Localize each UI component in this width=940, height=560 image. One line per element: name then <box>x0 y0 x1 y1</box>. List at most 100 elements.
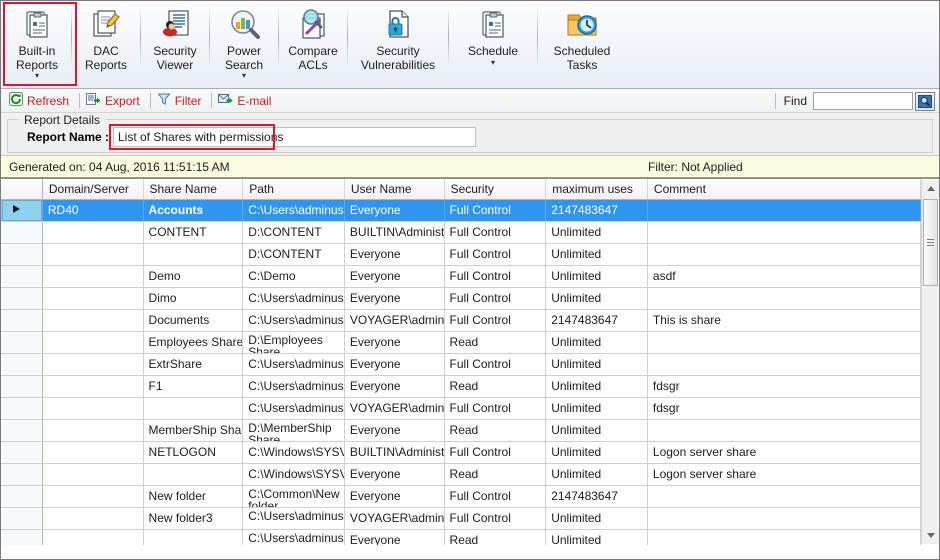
row-selector[interactable] <box>1 354 43 375</box>
cell-domain[interactable] <box>43 288 144 309</box>
cell-security[interactable]: Full Control <box>445 244 547 265</box>
cell-security[interactable]: Read <box>445 332 547 353</box>
cell-share[interactable] <box>144 464 244 485</box>
cell-share[interactable]: CONTENT <box>144 222 244 243</box>
cell-user[interactable]: Everyone <box>344 200 445 221</box>
cell-share[interactable]: ExtrShare <box>144 354 244 375</box>
table-row[interactable]: RD40 Accounts C:\Users\adminuser Everyone Fu… <box>1 200 921 222</box>
table-row[interactable]: MemberShip Share D:\MemberShip Share Every… <box>1 420 921 442</box>
ribbon-button-compare-acls[interactable]: Compare ACLs <box>281 1 345 75</box>
cell-share[interactable]: Employees Share <box>144 332 244 353</box>
cell-domain[interactable] <box>43 244 144 265</box>
ribbon-button-security-vulnerabilities[interactable]: Security Vulnerabilities <box>350 1 446 75</box>
cell-max[interactable]: Unlimited <box>546 508 648 529</box>
cell-path[interactable]: C:\Windows\SYSVOL <box>243 464 345 485</box>
cell-security[interactable]: Full Control <box>445 310 547 331</box>
cell-share[interactable]: Documents <box>144 310 244 331</box>
cell-security[interactable]: Full Control <box>445 222 547 243</box>
cell-security[interactable]: Full Control <box>445 398 547 419</box>
cell-domain[interactable] <box>43 530 144 545</box>
table-row[interactable]: C:\Users\adminuser\VOYAGER\adminuseFull … <box>1 398 921 420</box>
row-selector[interactable] <box>1 530 43 545</box>
cell-user[interactable]: Everyone <box>345 288 445 309</box>
row-selector[interactable] <box>1 508 43 529</box>
scroll-up-button[interactable] <box>922 180 939 197</box>
cell-max[interactable]: Unlimited <box>546 420 648 441</box>
cell-max[interactable]: Unlimited <box>546 530 648 545</box>
chevron-down-icon[interactable]: ▾ <box>491 58 495 67</box>
cell-comment[interactable] <box>648 354 921 375</box>
cell-domain[interactable] <box>43 376 144 397</box>
cell-path[interactable]: D:\CONTENT <box>243 222 345 243</box>
row-selector[interactable] <box>1 464 43 485</box>
cell-domain[interactable]: RD40 <box>42 200 144 221</box>
cell-comment[interactable]: Logon server share <box>648 442 921 463</box>
cell-path[interactable]: C:\Common\New folder <box>243 486 345 507</box>
cell-comment[interactable]: asdf <box>648 266 921 287</box>
cell-share[interactable]: Demo <box>144 266 244 287</box>
table-row[interactable]: ExtrShare C:\Users\adminuser Everyone Full … <box>1 354 921 376</box>
cell-share[interactable]: Accounts <box>143 200 244 221</box>
cell-share[interactable]: F1 <box>144 376 244 397</box>
cell-user[interactable]: Everyone <box>345 530 445 545</box>
cell-path[interactable]: C:\Users\adminuser <box>243 200 345 221</box>
row-selector[interactable] <box>1 332 43 353</box>
cell-user[interactable]: Everyone <box>345 376 445 397</box>
cell-security[interactable]: Full Control <box>445 486 547 507</box>
grid-column-header[interactable]: Comment <box>648 179 921 199</box>
cell-max[interactable]: Unlimited <box>546 332 648 353</box>
cell-path[interactable]: C:\Users\adminuser\ <box>243 376 345 397</box>
cell-comment[interactable] <box>648 530 921 545</box>
table-row[interactable]: Documents C:\Users\adminuser VOYAGER\admin… <box>1 310 921 332</box>
table-row[interactable]: New folder3C:\Users\adminuser\folderVOYA… <box>1 508 921 530</box>
grid-column-header[interactable]: maximum uses <box>546 179 648 199</box>
cell-domain[interactable] <box>43 420 144 441</box>
cell-max[interactable]: Unlimited <box>546 354 648 375</box>
cell-user[interactable]: Everyone <box>345 464 445 485</box>
table-row[interactable]: C:\Windows\SYSVOLEveryoneReadUnlimitedLo… <box>1 464 921 486</box>
cell-path[interactable]: D:\MemberShip Share <box>243 420 345 441</box>
row-selector[interactable] <box>1 222 43 243</box>
chevron-down-icon[interactable]: ▾ <box>35 72 39 80</box>
cell-path[interactable]: D:\CONTENT <box>243 244 345 265</box>
row-selector[interactable] <box>1 200 43 221</box>
cell-domain[interactable] <box>43 266 144 287</box>
cell-comment[interactable] <box>648 508 921 529</box>
cell-max[interactable]: Unlimited <box>546 376 648 397</box>
cell-share[interactable] <box>144 530 244 545</box>
cell-path[interactable]: C:\Users\adminuser <box>243 354 345 375</box>
grid-column-header[interactable]: User Name <box>345 179 445 199</box>
cell-path[interactable]: D:\Employees Share <box>243 332 345 353</box>
cell-security[interactable]: Read <box>445 464 547 485</box>
row-selector[interactable] <box>1 244 43 265</box>
table-row[interactable]: Employees Share D:\Employees Share Everyon… <box>1 332 921 354</box>
ribbon-button-built-in-reports[interactable]: Built-in Reports ▾ <box>5 1 69 80</box>
table-row[interactable]: Demo C:\Demo Everyone Full Control Unlimited… <box>1 266 921 288</box>
cell-user[interactable]: Everyone <box>345 266 445 287</box>
cell-user[interactable]: BUILTIN\Administrat <box>345 222 445 243</box>
grid-column-header[interactable]: Security <box>445 179 547 199</box>
row-selector[interactable] <box>1 486 43 507</box>
grid-column-header[interactable]: Share Name <box>144 179 244 199</box>
cell-max[interactable]: 2147483647 <box>546 310 648 331</box>
chevron-down-icon[interactable]: ▾ <box>242 72 246 80</box>
cell-path[interactable]: C:\Demo <box>243 266 345 287</box>
cell-user[interactable]: Everyone <box>345 244 445 265</box>
cell-domain[interactable] <box>43 442 144 463</box>
cell-path[interactable]: C:\Users\adminuser\ <box>243 398 345 419</box>
cell-security[interactable]: Read <box>445 420 547 441</box>
email-button[interactable]: E-mail <box>216 91 277 110</box>
cell-user[interactable]: VOYAGER\adminuse <box>345 508 445 529</box>
cell-max[interactable]: Unlimited <box>546 398 648 419</box>
cell-domain[interactable] <box>43 508 144 529</box>
find-button[interactable] <box>915 91 935 111</box>
cell-comment[interactable] <box>648 486 921 507</box>
cell-comment[interactable]: This is share <box>648 310 921 331</box>
table-row[interactable]: F1C:\Users\adminuser\EveryoneReadUnlimit… <box>1 376 921 398</box>
cell-share[interactable]: NETLOGON <box>144 442 244 463</box>
cell-domain[interactable] <box>43 464 144 485</box>
row-selector[interactable] <box>1 266 43 287</box>
cell-user[interactable]: Everyone <box>345 486 445 507</box>
cell-max[interactable]: 2147483647 <box>546 200 648 221</box>
cell-user[interactable]: Everyone <box>345 420 445 441</box>
